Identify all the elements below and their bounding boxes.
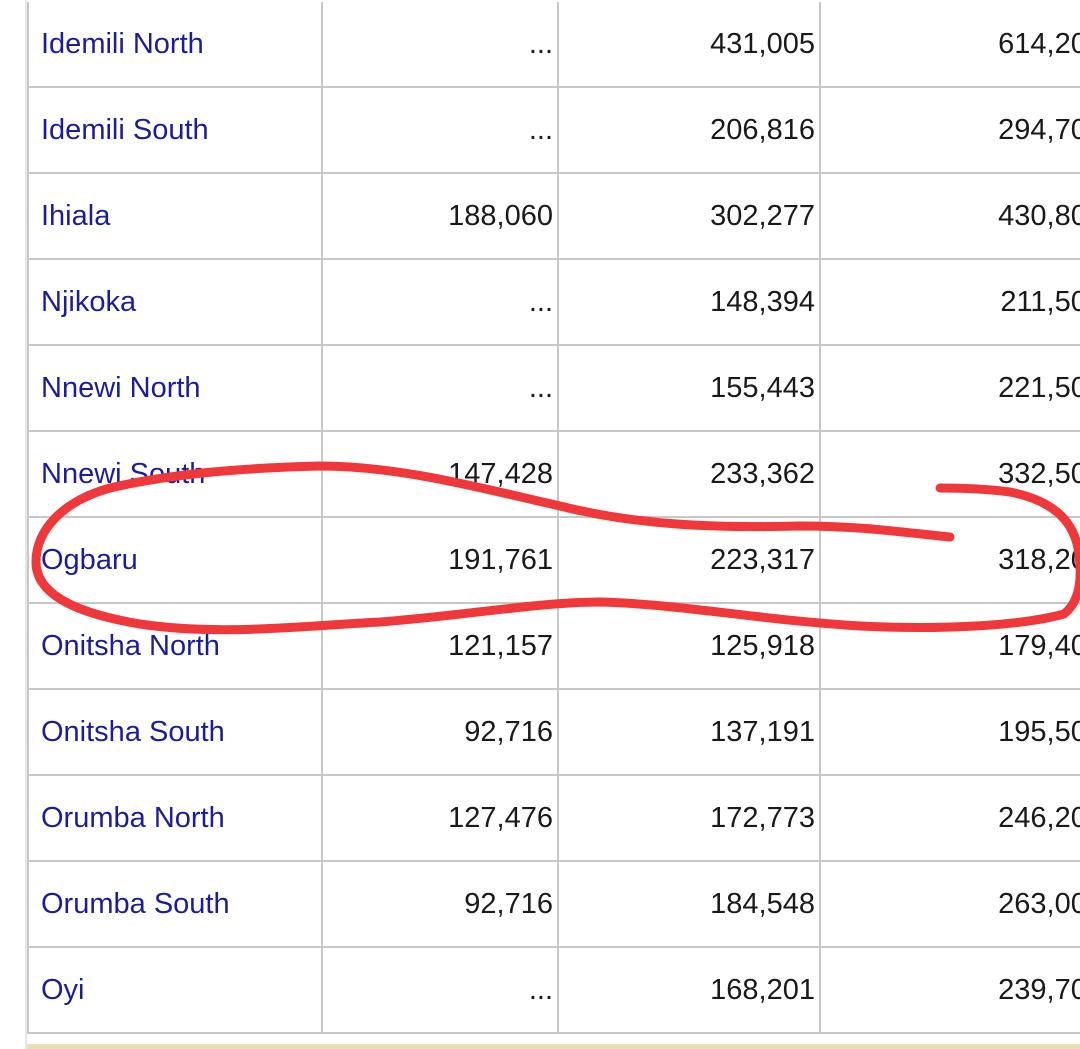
table-cell: ...: [321, 258, 559, 346]
lga-link[interactable]: Nnewi North: [27, 344, 323, 432]
table-cell: 172,773: [557, 774, 821, 862]
table-cell: 318,200: [819, 516, 1080, 604]
table-cell: 137,191: [557, 688, 821, 776]
table-row: Nnewi North ... 155,443 221,500: [27, 344, 1080, 432]
table-cell: 121,157: [321, 602, 559, 690]
table-row: Onitsha North 121,157 125,918 179,400: [27, 602, 1080, 690]
table-cell: 294,700: [819, 86, 1080, 174]
table-cell: 223,317: [557, 516, 821, 604]
table-cell: 302,277: [557, 172, 821, 260]
left-gutter: [0, 0, 27, 1049]
lga-link[interactable]: Oyi: [27, 946, 323, 1034]
lga-link[interactable]: Onitsha North: [27, 602, 323, 690]
table-cell: 188,060: [321, 172, 559, 260]
table-cell: 332,500: [819, 430, 1080, 518]
table-cell: 430,800: [819, 172, 1080, 260]
table-cell: 211,500: [819, 258, 1080, 346]
table-row: Onitsha South 92,716 137,191 195,500: [27, 688, 1080, 776]
table-cell: 92,716: [321, 688, 559, 776]
lga-link[interactable]: Orumba South: [27, 860, 323, 948]
table-cell: ...: [321, 946, 559, 1034]
table-cell: 155,443: [557, 344, 821, 432]
lga-link[interactable]: Idemili North: [27, 2, 323, 88]
lga-link[interactable]: Idemili South: [27, 86, 323, 174]
table-cell: 246,200: [819, 774, 1080, 862]
table-row-highlighted: Ogbaru 191,761 223,317 318,200: [27, 516, 1080, 604]
table-row: Idemili South ... 206,816 294,700: [27, 86, 1080, 174]
population-table: Idemili North ... 431,005 614,200 Idemil…: [27, 2, 1080, 1034]
table-cell: 431,005: [557, 2, 821, 88]
table-row: Orumba North 127,476 172,773 246,200: [27, 774, 1080, 862]
table-cell: 127,476: [321, 774, 559, 862]
table-cell: 263,000: [819, 860, 1080, 948]
table-row: Nnewi South 147,428 233,362 332,500: [27, 430, 1080, 518]
table-cell: ...: [321, 344, 559, 432]
table-row: Orumba South 92,716 184,548 263,000: [27, 860, 1080, 948]
table-cell: 195,500: [819, 688, 1080, 776]
page: Idemili North ... 431,005 614,200 Idemil…: [0, 0, 1080, 1049]
lga-link[interactable]: Orumba North: [27, 774, 323, 862]
table-cell: 233,362: [557, 430, 821, 518]
table-cell: ...: [321, 2, 559, 88]
table-cell: 191,761: [321, 516, 559, 604]
lga-link[interactable]: Nnewi South: [27, 430, 323, 518]
table-cell: 184,548: [557, 860, 821, 948]
table-cell: 206,816: [557, 86, 821, 174]
table-cell: 92,716: [321, 860, 559, 948]
table-cell: 125,918: [557, 602, 821, 690]
table-cell: 221,500: [819, 344, 1080, 432]
table-cell: 614,200: [819, 2, 1080, 88]
table-cell: 148,394: [557, 258, 821, 346]
table-row: Idemili North ... 431,005 614,200: [27, 2, 1080, 88]
lga-link[interactable]: Njikoka: [27, 258, 323, 346]
lga-link[interactable]: Onitsha South: [27, 688, 323, 776]
table-cell: ...: [321, 86, 559, 174]
table-cell: 239,700: [819, 946, 1080, 1034]
table-cell: 168,201: [557, 946, 821, 1034]
table-cell: 147,428: [321, 430, 559, 518]
table-row: Oyi ... 168,201 239,700: [27, 946, 1080, 1034]
bottom-highlight-band: [27, 1044, 1080, 1049]
lga-link[interactable]: Ogbaru: [27, 516, 323, 604]
table-cell: 179,400: [819, 602, 1080, 690]
table-row: Njikoka ... 148,394 211,500: [27, 258, 1080, 346]
table-row: Ihiala 188,060 302,277 430,800: [27, 172, 1080, 260]
lga-link[interactable]: Ihiala: [27, 172, 323, 260]
